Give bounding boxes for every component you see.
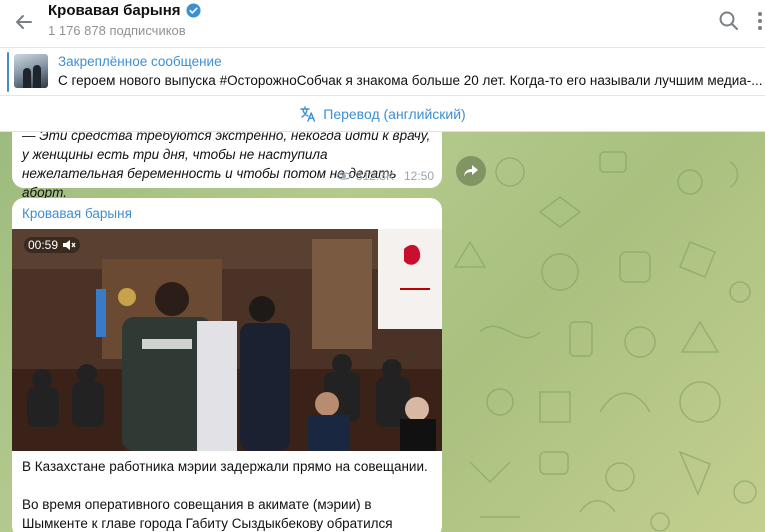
view-count: 312.3K: [355, 169, 394, 183]
message-bubble[interactable]: — Эти средства требуются экстренно, неко…: [12, 132, 442, 200]
search-icon: [719, 11, 738, 30]
pinned-thumbnail: [14, 54, 48, 88]
share-button[interactable]: [456, 156, 486, 186]
message-text: — Эти средства требуются экстренно, неко…: [22, 132, 431, 200]
video-frame: [12, 229, 442, 451]
video-duration: 00:59: [24, 237, 81, 253]
pinned-message[interactable]: Закреплённое сообщение С героем нового в…: [0, 48, 765, 96]
video-duration-text: 00:59: [28, 238, 59, 252]
translate-icon: [300, 105, 316, 122]
verified-icon: [186, 3, 201, 18]
message-meta: 312.3K 12:50: [336, 169, 434, 183]
pinned-indicator: [7, 52, 9, 92]
subscriber-count: 1 176 878 подписчиков: [48, 23, 186, 38]
chat-header: Кровавая барыня 1 176 878 подписчиков: [0, 0, 765, 48]
message-time: 12:50: [403, 169, 434, 183]
message-text-line2: Во время оперативного совещания в акимат…: [22, 497, 393, 531]
pinned-title: Закреплённое сообщение: [58, 54, 222, 69]
mute-icon: [63, 240, 76, 250]
message-bubble[interactable]: Кровавая барыня 00:59 В Казахстане работ…: [12, 198, 442, 532]
back-arrow-icon: [16, 15, 32, 29]
message-text-line1: В Казахстане работника мэрии задержали п…: [22, 459, 428, 474]
back-button[interactable]: [10, 8, 38, 36]
translate-label: Перевод (английский): [323, 105, 466, 122]
pinned-text: С героем нового выпуска #ОсторожноСобчак…: [58, 73, 763, 88]
translate-bar[interactable]: Перевод (английский): [0, 96, 765, 132]
message-author[interactable]: Кровавая барыня: [22, 206, 132, 221]
share-icon: [464, 165, 478, 177]
eye-icon: [336, 172, 352, 180]
video-player[interactable]: 00:59: [12, 229, 442, 451]
more-button[interactable]: [752, 8, 765, 34]
channel-name: Кровавая барыня: [48, 2, 181, 19]
channel-title[interactable]: Кровавая барыня: [48, 2, 201, 19]
chat-area[interactable]: — Эти средства требуются экстренно, неко…: [0, 132, 765, 532]
more-icon: [758, 12, 762, 30]
search-button[interactable]: [716, 8, 742, 34]
